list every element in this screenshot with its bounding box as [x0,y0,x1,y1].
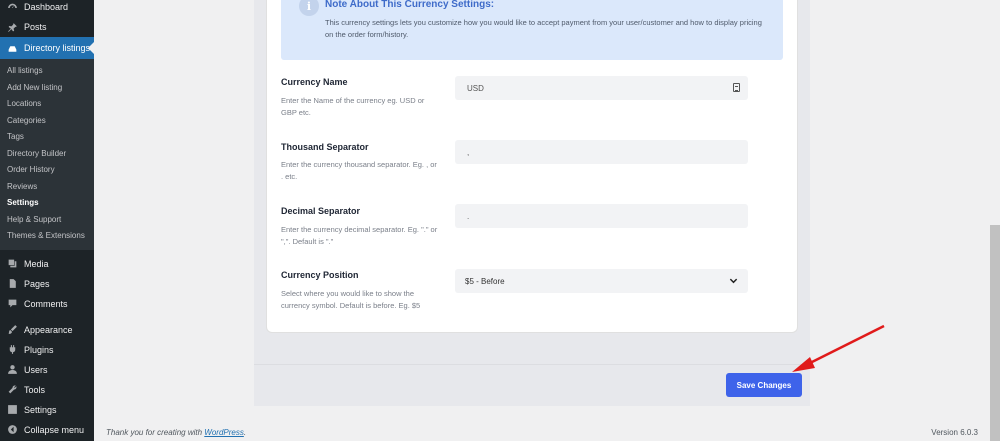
nav-comments[interactable]: Comments [0,294,94,314]
dashboard-icon [6,1,18,13]
notice-text: This currency settings lets you customiz… [325,18,762,39]
admin-sidebar: Dashboard Posts Directory listings All l… [0,0,94,441]
submenu-item[interactable]: Directory Builder [0,146,94,163]
nav-directory-listings[interactable]: Directory listings [0,37,94,59]
nav-tools[interactable]: Tools [0,380,94,400]
nav-posts-label: Posts [24,22,47,32]
currency-notice: i Note About This Currency Settings: Thi… [281,0,783,60]
currency-name-label: Currency Name [281,77,348,87]
media-icon [6,258,18,270]
nav-directory-label: Directory listings [24,43,91,53]
thousand-separator-value: , [467,147,470,157]
thousand-separator-input[interactable]: , [455,140,748,164]
nav-collapse-menu[interactable]: Collapse menu [0,420,94,440]
nav-appearance-label: Appearance [24,324,73,335]
nav-comments-label: Comments [24,298,68,309]
footer-thanks: Thank you for creating with WordPress. [106,428,246,437]
submenu-item[interactable]: Tags [0,129,94,146]
currency-name-desc: Enter the Name of the currency eg. USD o… [281,96,425,117]
nav-users[interactable]: Users [0,360,94,380]
submenu-item[interactable]: Themes & Extensions [0,228,94,245]
submenu-item[interactable]: Categories [0,113,94,130]
collapse-icon [6,424,18,436]
nav-pages-label: Pages [24,278,50,289]
users-icon [6,364,18,376]
nav-dashboard-label: Dashboard [24,2,69,12]
form-fill-icon[interactable] [733,83,740,92]
nav-settings-label: Settings [24,404,57,415]
nav-plugins-label: Plugins [24,344,54,355]
decimal-separator-value: . [467,211,470,221]
notice-title: Note About This Currency Settings: [325,0,495,10]
submenu-item[interactable]: Order History [0,162,94,179]
submenu-item[interactable]: Add New listing [0,80,94,97]
footer-thanks-suffix: . [243,428,247,437]
currency-position-label: Currency Position [281,270,359,280]
currency-position-value: $5 - Before [465,276,505,286]
nav-tools-label: Tools [24,384,46,395]
nav-pages[interactable]: Pages [0,274,94,294]
nav-media-label: Media [24,258,49,269]
nav-plugins[interactable]: Plugins [0,340,94,360]
nav-media[interactable]: Media [0,254,94,274]
chevron-down-icon [729,278,738,284]
thousand-separator-label: Thousand Separator [281,142,369,152]
settings-icon [6,404,18,416]
comments-icon [6,298,18,310]
info-icon: i [299,0,319,16]
pages-icon [6,278,18,290]
version-text: Version 6.0.3 [931,428,978,437]
currency-name-input[interactable]: USD [455,76,748,100]
footer-thanks-prefix: Thank you for creating with [106,428,205,437]
wrench-icon [6,384,18,396]
nav-settings[interactable]: Settings [0,400,94,420]
paintbrush-icon [6,324,18,336]
nav-posts[interactable]: Posts [0,17,94,37]
decimal-separator-desc: Enter the currency decimal separator. Eg… [281,225,438,246]
scrollbar[interactable] [990,225,1000,441]
decimal-separator-label: Decimal Separator [281,206,361,216]
submenu-item[interactable]: All listings [0,63,94,80]
nav-collapse-label: Collapse menu [24,424,85,435]
nav-appearance[interactable]: Appearance [0,320,94,340]
submenu-item[interactable]: Locations [0,96,94,113]
thousand-separator-desc: Enter the currency thousand separator. E… [281,160,437,181]
currency-position-desc: Select where you would like to show the … [281,289,421,310]
nav-users-label: Users [24,364,48,375]
plugin-icon [6,344,18,356]
submenu-item-settings[interactable]: Settings [0,195,94,212]
pin-icon [6,21,18,33]
red-arrow-annotation [792,324,885,372]
submenu-item[interactable]: Reviews [0,179,94,196]
decimal-separator-input[interactable]: . [455,204,748,228]
wordpress-link[interactable]: WordPress [204,428,244,437]
directory-icon [6,42,18,54]
nav-dashboard[interactable]: Dashboard [0,0,94,14]
directory-submenu: All listings Add New listing Locations C… [0,59,94,250]
submenu-item[interactable]: Help & Support [0,212,94,229]
currency-position-select[interactable]: $5 - Before [455,269,748,293]
currency-name-value: USD [467,83,484,93]
